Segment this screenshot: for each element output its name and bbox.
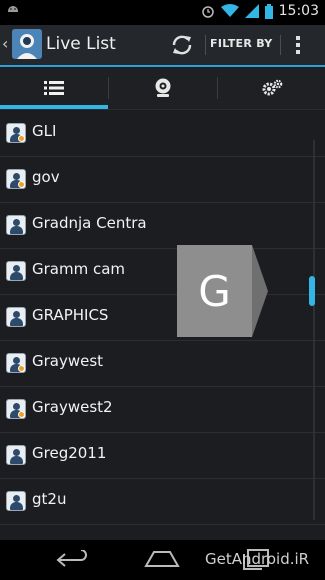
camera-user-icon [6, 491, 26, 511]
scroll-track[interactable] [313, 140, 315, 520]
app-logo-icon[interactable] [12, 29, 42, 59]
tab-camera[interactable] [109, 67, 217, 109]
list-item[interactable]: gt2u [0, 478, 325, 525]
tab-list[interactable] [0, 67, 108, 109]
camera-user-icon [6, 215, 26, 235]
status-bar: 15:03 [0, 0, 325, 25]
camera-user-icon [6, 169, 26, 189]
android-icon [8, 6, 18, 12]
overflow-menu-icon[interactable] [293, 35, 303, 55]
action-divider [205, 35, 206, 55]
list-item[interactable]: Gramm cam [0, 248, 325, 295]
list-item-label: GLI [32, 122, 57, 140]
app-title: Live List [46, 34, 116, 54]
list-item-label: Greg2011 [32, 444, 107, 462]
list-item-label: GRAPHICS [32, 306, 109, 324]
status-dot [18, 135, 25, 142]
list-item[interactable]: Graywest2 [0, 386, 325, 433]
camera-user-icon [6, 353, 26, 373]
camera-user-icon [6, 123, 26, 143]
list-item-label: Gramm cam [32, 260, 126, 278]
list-item-label: Gradnja Centra [32, 214, 147, 232]
section-letter: G [198, 266, 231, 316]
back-chevron-icon[interactable]: ‹ [2, 34, 8, 53]
list-item[interactable]: GLI [0, 110, 325, 157]
list-icon [44, 81, 64, 95]
list-item-label: gov [32, 168, 60, 186]
webcam-icon [155, 78, 171, 97]
signal-icon [244, 4, 259, 18]
list-item[interactable]: Greg2011 [0, 432, 325, 479]
home-icon[interactable] [144, 550, 180, 568]
gears-icon [262, 79, 282, 96]
action-divider [280, 35, 281, 55]
list-item[interactable]: Graywest [0, 340, 325, 387]
fast-scroll-thumb[interactable] [309, 276, 315, 306]
refresh-icon[interactable] [170, 33, 194, 57]
camera-list: GLI gov Gradnja Centra Gramm cam GRAPHIC… [0, 110, 325, 535]
list-item[interactable]: gov [0, 156, 325, 203]
camera-user-icon [6, 261, 26, 281]
list-item-label: Graywest [32, 352, 104, 370]
watermark-text: GetAndroid.iR [205, 550, 310, 568]
action-bar: ‹ Live List FILTER BY [0, 25, 325, 67]
back-icon[interactable] [55, 550, 89, 570]
clock: 15:03 [278, 3, 319, 19]
status-dot [18, 181, 25, 188]
popup-arrow [252, 245, 268, 337]
camera-user-icon [6, 307, 26, 327]
fast-scroll-letter-popup: G [177, 245, 268, 337]
list-item[interactable]: GRAPHICS [0, 294, 325, 341]
wifi-icon [220, 4, 239, 17]
list-item[interactable]: Gradnja Centra [0, 202, 325, 249]
tab-bar [0, 67, 325, 110]
list-item-label: gt2u [32, 490, 67, 508]
tab-settings[interactable] [218, 67, 325, 109]
filter-by-button[interactable]: FILTER BY [210, 37, 273, 50]
status-dot [18, 411, 25, 418]
alarm-icon [201, 6, 214, 18]
status-dot [18, 365, 25, 372]
list-item-label: Graywest2 [32, 398, 113, 416]
battery-icon [264, 3, 273, 19]
camera-user-icon [6, 399, 26, 419]
camera-user-icon [6, 445, 26, 465]
